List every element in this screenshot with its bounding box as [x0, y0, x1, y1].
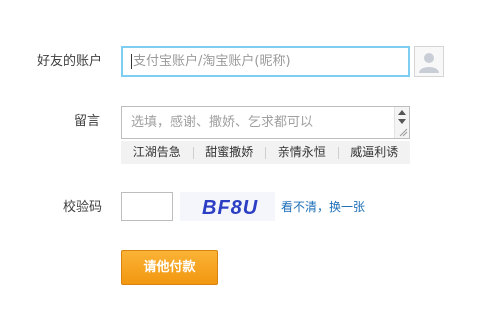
contact-picker-button[interactable]: [414, 46, 444, 77]
refresh-captcha-link[interactable]: 看不清，换一张: [281, 200, 365, 214]
account-placeholder: 支付宝账户/淘宝账户(昵称): [133, 54, 291, 69]
message-textarea[interactable]: 选填，感谢、撒娇、乞求都可以: [121, 106, 410, 139]
captcha-text: BF8U: [202, 197, 258, 219]
scroll-down-icon: [398, 119, 406, 124]
request-payment-button[interactable]: 请他付款: [121, 250, 218, 285]
phrase-qinqing[interactable]: 亲情永恒: [266, 141, 338, 164]
phrase-tianmi[interactable]: 甜蜜撒娇: [194, 141, 266, 164]
message-placeholder: 选填，感谢、撒娇、乞求都可以: [131, 115, 314, 130]
friend-account-input[interactable]: 支付宝账户/淘宝账户(昵称): [121, 46, 410, 77]
message-label: 留言: [73, 114, 100, 129]
user-avatar-icon: [419, 53, 439, 73]
phrase-weibi[interactable]: 威逼利诱: [339, 141, 411, 164]
account-label: 好友的账户: [36, 54, 102, 69]
scroll-up-icon: [398, 110, 406, 115]
phrase-jianghu[interactable]: 江湖告急: [121, 141, 193, 164]
captcha-input[interactable]: [121, 192, 173, 221]
captcha-image[interactable]: BF8U: [180, 192, 275, 221]
message-scrollbar[interactable]: [394, 107, 409, 138]
text-caret: [131, 54, 132, 69]
captcha-label: 校验码: [62, 200, 102, 215]
quick-phrase-bar: 江湖告急 甜蜜撒娇 亲情永恒 威逼利诱: [121, 141, 410, 164]
